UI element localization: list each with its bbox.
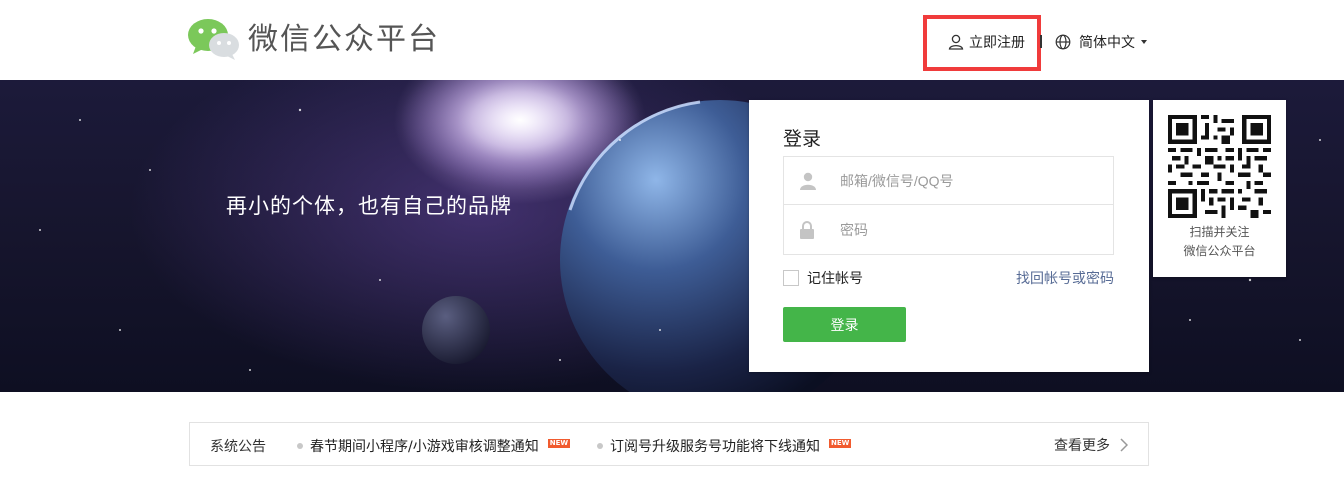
account-input[interactable] [840, 169, 1100, 193]
notice-item-text: 订阅号升级服务号功能将下线通知 [610, 439, 820, 455]
login-button[interactable]: 登录 [783, 307, 906, 342]
view-more-label: 查看更多 [1054, 438, 1110, 454]
notice-item[interactable]: 春节期间小程序/小游戏审核调整通知 NEW [297, 436, 571, 456]
bullet-icon [297, 443, 303, 449]
lock-icon [800, 221, 814, 239]
notice-label: 系统公告 [210, 439, 266, 455]
qr-code-image [1168, 115, 1271, 218]
section-heading-cropped [190, 488, 270, 501]
account-field [784, 157, 1113, 205]
password-field [784, 206, 1113, 254]
top-header: 微信公众平台 立即注册 简体中文 [0, 0, 1344, 80]
remember-label: 记住帐号 [807, 271, 863, 287]
language-selector[interactable]: 简体中文 [1055, 31, 1147, 53]
header-divider [1040, 35, 1042, 48]
system-notice-bar: 系统公告 春节期间小程序/小游戏审核调整通知 NEW 订阅号升级服务号功能将下线… [189, 422, 1149, 466]
brand-title: 微信公众平台 [248, 22, 440, 57]
login-title: 登录 [783, 128, 822, 150]
new-badge: NEW [547, 438, 571, 448]
notice-item-text: 春节期间小程序/小游戏审核调整通知 [310, 439, 539, 455]
language-label: 简体中文 [1079, 35, 1135, 51]
user-icon [800, 172, 816, 190]
qr-caption-line2: 微信公众平台 [1183, 244, 1256, 258]
chevron-right-icon [1120, 438, 1128, 452]
remember-account[interactable]: 记住帐号 [783, 268, 863, 288]
chevron-down-icon [1141, 40, 1147, 44]
remember-checkbox[interactable] [783, 270, 799, 286]
globe-icon [1055, 34, 1071, 50]
banner-slogan: 再小的个体，也有自己的品牌 [226, 194, 512, 218]
notice-item[interactable]: 订阅号升级服务号功能将下线通知 NEW [597, 436, 852, 456]
qr-caption-line1: 扫描并关注 [1189, 225, 1250, 239]
qr-panel: 扫描并关注 微信公众平台 [1153, 100, 1286, 277]
user-icon [948, 34, 964, 50]
login-panel: 登录 记住帐号 找回帐号或密码 登录 [749, 100, 1149, 372]
password-input[interactable] [840, 218, 1100, 242]
register-label: 立即注册 [969, 35, 1025, 51]
bullet-icon [597, 443, 603, 449]
new-badge: NEW [829, 438, 852, 448]
wechat-logo-icon [188, 19, 239, 60]
forgot-password-link[interactable]: 找回帐号或密码 [1016, 268, 1114, 288]
login-field-group [783, 156, 1114, 255]
register-link[interactable]: 立即注册 [948, 31, 1025, 53]
view-more-link[interactable]: 查看更多 [1054, 435, 1128, 455]
